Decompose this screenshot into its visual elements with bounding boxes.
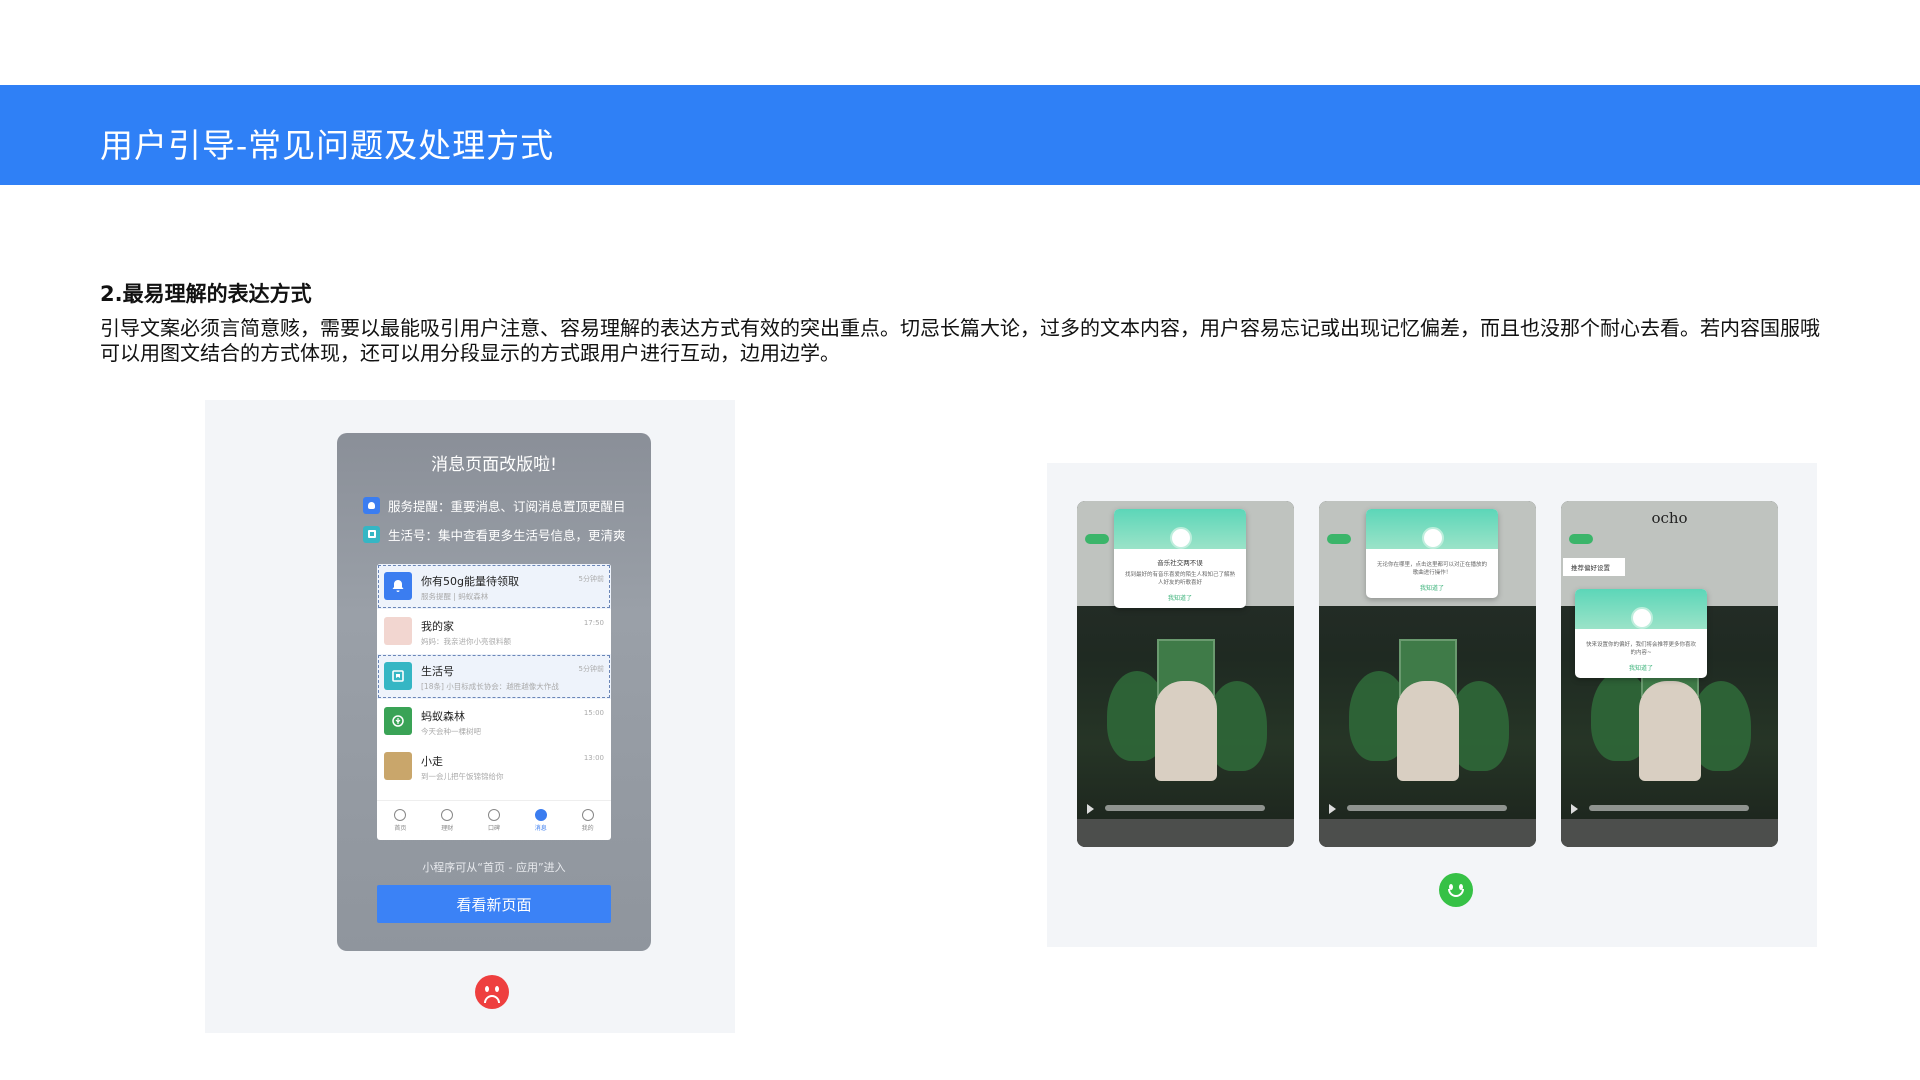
user-icon [581,809,594,821]
home-icon [394,809,407,821]
guide-popup: 无论你在哪里，点击这里都可以对正在播放的歌曲进行操作！ 我知道了 [1366,509,1498,598]
avatar [384,752,412,780]
list-item: 小走 到一会儿把午饭锦锦给你 13:00 [377,744,611,789]
got-it-button[interactable]: 我知道了 [1575,663,1707,672]
play-icon[interactable] [1571,804,1578,814]
play-icon[interactable] [1087,804,1094,814]
tip-text: 生活号：集中查看更多生活号信息，更清爽 [388,527,626,543]
koubei-icon [487,809,500,821]
guide-popup: 音乐社交两不误 找到最好的有音乐喜爱的陌生人和知己了解熟人好友的听歌喜好 我知道… [1114,509,1246,608]
finance-icon [441,809,454,821]
section-body: 引导文案必须言简意赅，需要以最能吸引用户注意、容易理解的表达方式有效的突出重点。… [100,316,1820,365]
tip-row-life: 生活号：集中查看更多生活号信息，更清爽 [363,524,626,544]
tab-mine[interactable]: 我的 [581,809,594,832]
bell-icon [384,572,412,600]
sad-face-icon [475,975,509,1009]
badge-icon [1631,607,1653,629]
badge-icon [1422,527,1444,549]
good-example-panel: 音乐社交两不误 找到最好的有音乐喜爱的陌生人和知己了解熟人好友的听歌喜好 我知道… [1047,463,1817,947]
avatar [384,617,412,645]
tab-messages[interactable]: 消息 [534,809,547,832]
tab-koubei[interactable]: 口碑 [487,809,500,832]
view-new-page-button[interactable]: 看看新页面 [377,885,611,923]
bell-icon [363,496,380,514]
list-item: 你有50g能量待领取 服务提醒 | 蚂蚁森林 5分钟前 [377,564,611,609]
preference-chip[interactable]: 推荐偏好设置 [1563,558,1625,576]
life-account-icon [384,662,412,690]
phone-screenshot-1: 音乐社交两不误 找到最好的有音乐喜爱的陌生人和知己了解熟人好友的听歌喜好 我知道… [1077,501,1294,847]
app-logo: ocho [1651,509,1688,527]
list-item: 蚂蚁森林 今天会种一棵树吧 15:00 [377,699,611,744]
happy-face-icon [1439,873,1473,907]
chat-icon [534,809,547,821]
miniprogram-hint: 小程序可从“首页 - 应用”进入 [422,861,566,874]
list-item: 我的家 妈妈：我亲进你小亮很料额 17:50 [377,609,611,654]
tip-text: 服务提醒：重要消息、订阅消息置顶更醒目 [388,498,626,514]
phone-screenshot-2: 无论你在哪里，点击这里都可以对正在播放的歌曲进行操作！ 我知道了 [1319,501,1536,847]
bad-example-panel: 消息页面改版啦! 服务提醒：重要消息、订阅消息置顶更醒目 生活号：集中查看更多生… [205,400,735,1033]
guide-modal: 消息页面改版啦! 服务提醒：重要消息、订阅消息置顶更醒目 生活号：集中查看更多生… [337,433,651,951]
got-it-button[interactable]: 我知道了 [1366,583,1498,592]
forest-icon [384,707,412,735]
phone-preview: 你有50g能量待领取 服务提醒 | 蚂蚁森林 5分钟前 我的家 妈妈：我亲进你小… [377,564,611,840]
phone-screenshot-3: ocho 推荐偏好设置 快来设置你的偏好，我们将会推荐更多你喜欢的内容~ 我知道… [1561,501,1778,847]
got-it-button[interactable]: 我知道了 [1114,593,1246,602]
tab-home[interactable]: 首页 [394,809,406,832]
section-title: 2.最易理解的表达方式 [100,282,312,306]
page-title: 用户引导-常见问题及处理方式 [100,126,555,165]
photo-scene [1107,621,1267,811]
header-banner: 用户引导-常见问题及处理方式 [0,85,1920,185]
modal-title: 消息页面改版啦! [431,455,557,475]
tab-bar: 首页 理财 口碑 消息 我的 [377,800,611,840]
tip-row-service: 服务提醒：重要消息、订阅消息置顶更醒目 [363,495,626,515]
guide-popup: 快来设置你的偏好，我们将会推荐更多你喜欢的内容~ 我知道了 [1575,589,1707,678]
life-account-icon [363,525,380,543]
list-item: 生活号 [18条] 小目标成长协会：越胜越像大作战 5分钟前 [377,654,611,699]
play-icon[interactable] [1329,804,1336,814]
badge-icon [1170,527,1192,549]
tab-finance[interactable]: 理财 [441,809,453,832]
photo-scene [1349,621,1509,811]
